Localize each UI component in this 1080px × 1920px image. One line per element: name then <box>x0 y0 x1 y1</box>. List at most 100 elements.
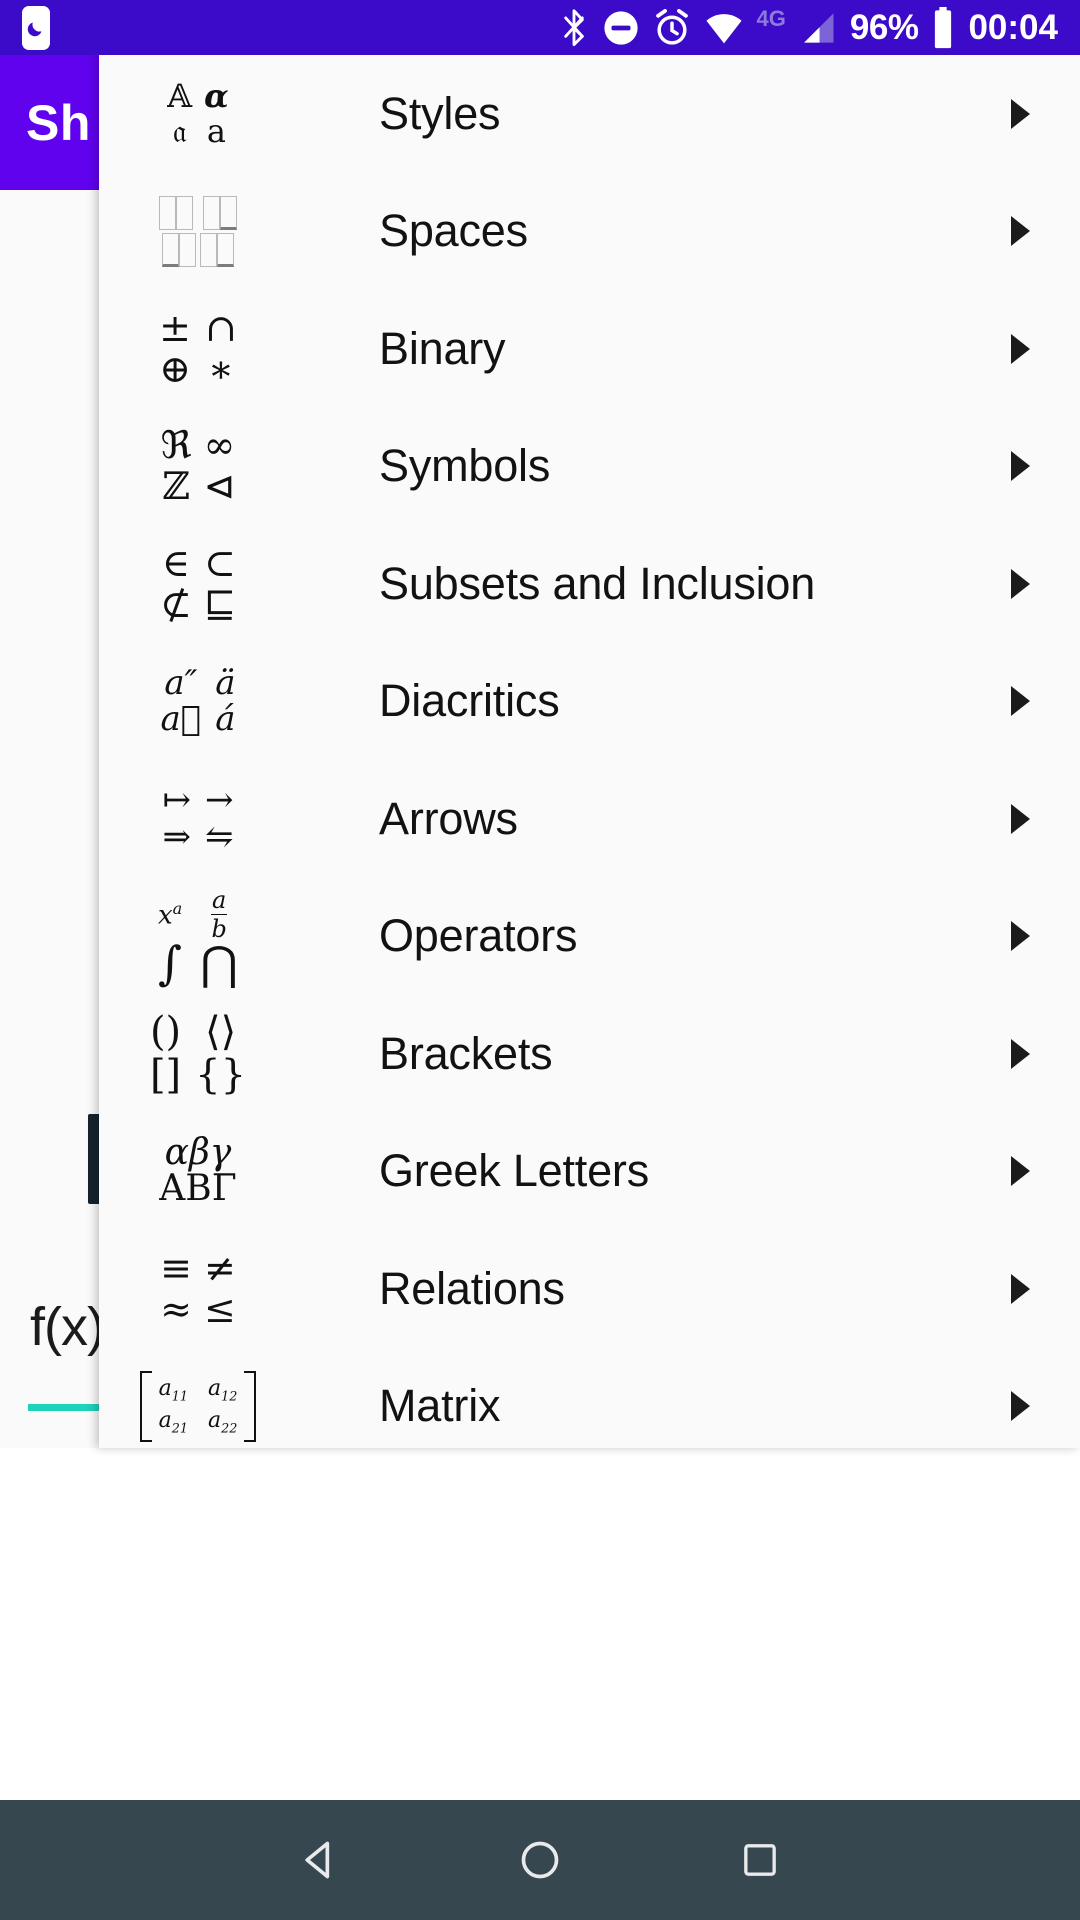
menu-item-relations[interactable]: ≡ ≠ ≈ ≤ Relations <box>99 1230 1080 1348</box>
menu-item-label: Diacritics <box>379 675 560 727</box>
glyph-harpoons: ⇋ <box>205 816 234 857</box>
glyph-a21: a21 <box>158 1408 188 1437</box>
glyph-a-acute: á <box>215 699 236 740</box>
menu-item-symbols[interactable]: ℜ ∞ ℤ ⊲ Symbols <box>99 408 1080 526</box>
battery-percent-label: 96% <box>849 8 919 47</box>
glyph-square-brackets: [] <box>149 1051 182 1098</box>
menu-item-binary[interactable]: ± ∩ ⊕ ∗ Binary <box>99 290 1080 408</box>
glyph-alpha: α <box>204 77 229 116</box>
glyph-asterisk: ∗ <box>208 346 234 391</box>
menu-item-brackets[interactable]: () ⟨⟩ [] {} Brackets <box>99 995 1080 1113</box>
greek-icon: αβγ ΑΒΓ <box>99 1134 297 1210</box>
clock-label: 00:04 <box>968 8 1058 47</box>
glyph-a-vector: a⃗ <box>160 699 202 740</box>
chevron-right-icon[interactable] <box>990 919 1080 953</box>
glyph-not-subset: ⊄ <box>160 581 192 626</box>
moon-icon <box>22 5 50 50</box>
glyph-integers: ℤ <box>162 464 190 509</box>
glyph-parentheses: () <box>149 1008 182 1055</box>
menu-item-arrows[interactable]: ↦ → ⇒ ⇋ Arrows <box>99 760 1080 878</box>
glyph-a22: a22 <box>208 1408 238 1437</box>
recents-button[interactable] <box>650 1800 870 1920</box>
status-bar-left <box>0 5 50 50</box>
glyph-plus-minus: ± <box>159 305 191 350</box>
glyph-intersection: ∩ <box>205 305 237 350</box>
glyph-a11: a11 <box>158 1375 188 1405</box>
menu-item-label: Styles <box>379 87 501 139</box>
chevron-right-icon[interactable] <box>990 684 1080 718</box>
back-button[interactable] <box>210 1800 430 1920</box>
home-button[interactable] <box>430 1800 650 1920</box>
glyph-right-arrow: → <box>205 780 234 821</box>
menu-item-label: Matrix <box>379 1380 501 1432</box>
chevron-right-icon[interactable] <box>990 802 1080 836</box>
chevron-right-icon[interactable] <box>990 1154 1080 1188</box>
glyph-greek-uppercase: ΑΒΓ <box>159 1168 237 1210</box>
glyph-a12: a12 <box>208 1375 238 1405</box>
glyph-oplus: ⊕ <box>159 346 191 391</box>
category-popup-menu[interactable]: 𝔸 α 𝔞 a Styles Spaces ± ∩ ⊕ ∗ Binary ℜ ∞… <box>99 55 1080 1448</box>
chevron-right-icon[interactable] <box>990 449 1080 483</box>
glyph-element-of: ∈ <box>161 540 190 585</box>
status-bar: 4G 96% 00:04 <box>0 0 1080 55</box>
battery-icon <box>931 6 955 49</box>
spaces-icon <box>99 195 297 267</box>
wifi-icon <box>704 11 744 45</box>
active-tab-underline <box>28 1404 108 1411</box>
menu-item-subsets-and-inclusion[interactable]: ∈ ⊂ ⊄ ⊑ Subsets and Inclusion <box>99 525 1080 643</box>
status-bar-right: 4G 96% 00:04 <box>559 5 1080 49</box>
glyph-big-intersection: ⋂ <box>200 936 238 991</box>
chevron-right-icon[interactable] <box>990 1272 1080 1306</box>
glyph-fraction: a b <box>211 885 227 944</box>
alarm-icon <box>653 8 691 47</box>
matrix-icon: a11 a12 a21 a22 <box>99 1370 297 1442</box>
glyph-roman-a: a <box>206 111 226 150</box>
android-navigation-bar <box>0 1800 1080 1920</box>
chevron-right-icon[interactable] <box>990 97 1080 131</box>
glyph-maps-to: ↦ <box>162 780 192 821</box>
glyph-power: xa <box>157 898 183 931</box>
menu-item-diacritics[interactable]: a″ ä a⃗ á Diacritics <box>99 643 1080 761</box>
menu-item-label: Arrows <box>379 792 518 844</box>
brackets-icon: () ⟨⟩ [] {} <box>99 1008 297 1098</box>
fx-label[interactable]: f(x) <box>30 1296 105 1358</box>
menu-item-label: Operators <box>379 910 578 962</box>
glyph-integral: ∫ <box>158 936 183 991</box>
menu-item-greek-letters[interactable]: αβγ ΑΒΓ Greek Letters <box>99 1113 1080 1231</box>
menu-item-label: Subsets and Inclusion <box>379 557 816 609</box>
menu-item-label: Binary <box>379 322 506 374</box>
glyph-right-double-arrow: ⇒ <box>162 816 192 857</box>
chevron-right-icon[interactable] <box>990 214 1080 248</box>
arrows-icon: ↦ → ⇒ ⇋ <box>99 782 297 855</box>
menu-item-operators[interactable]: xa a b ∫ ⋂ Operators <box>99 878 1080 996</box>
chevron-right-icon[interactable] <box>990 1037 1080 1071</box>
glyph-curly-braces: {} <box>195 1051 247 1098</box>
glyph-less-than-equal: ≤ <box>204 1286 236 1331</box>
chevron-right-icon[interactable] <box>990 1389 1080 1423</box>
glyph-angle-brackets: ⟨⟩ <box>205 1008 237 1055</box>
menu-item-label: Brackets <box>379 1027 553 1079</box>
glyph-square-subset: ⊑ <box>203 581 236 626</box>
operators-icon: xa a b ∫ ⋂ <box>99 885 297 991</box>
glyph-a-double-prime: a″ <box>164 662 198 703</box>
glyph-fraktur-a: 𝔞 <box>172 111 187 150</box>
glyph-blackboard-a: 𝔸 <box>167 77 193 116</box>
diacritics-icon: a″ ä a⃗ á <box>99 662 297 740</box>
menu-item-label: Greek Letters <box>379 1145 650 1197</box>
menu-item-styles[interactable]: 𝔸 α 𝔞 a Styles <box>99 55 1080 173</box>
menu-item-matrix[interactable]: a11 a12 a21 a22 Matrix <box>99 1348 1080 1449</box>
menu-item-label: Spaces <box>379 205 528 257</box>
glyph-identical-to: ≡ <box>160 1245 192 1290</box>
cellular-signal-icon <box>799 11 837 45</box>
app-title: Sh <box>26 94 91 151</box>
network-type-label: 4G <box>756 5 786 31</box>
symbols-icon: ℜ ∞ ℤ ⊲ <box>99 425 297 507</box>
styles-icon: 𝔸 α 𝔞 a <box>99 79 297 148</box>
chevron-right-icon[interactable] <box>990 567 1080 601</box>
subsets-icon: ∈ ⊂ ⊄ ⊑ <box>99 540 297 626</box>
glyph-not-equal: ≠ <box>204 1245 236 1290</box>
chevron-right-icon[interactable] <box>990 332 1080 366</box>
glyph-subset: ⊂ <box>204 540 236 585</box>
menu-item-spaces[interactable]: Spaces <box>99 173 1080 291</box>
glyph-a-umlaut: ä <box>215 662 236 703</box>
